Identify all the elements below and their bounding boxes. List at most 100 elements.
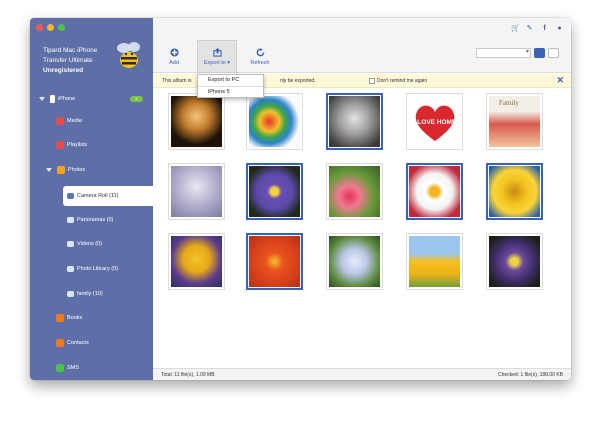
- photo-thumbnail[interactable]: [406, 163, 463, 220]
- sms-icon: [56, 364, 64, 372]
- sidebar-item-media[interactable]: Media: [56, 111, 82, 131]
- heart-image: I LOVE HOME: [413, 105, 456, 141]
- photo-thumbnail[interactable]: [326, 163, 383, 220]
- photo-thumbnail[interactable]: [168, 163, 225, 220]
- sidebar-device-iphone[interactable]: iPhone 5: [39, 89, 153, 109]
- export-label: Export to: [203, 59, 226, 66]
- sidebar-item-label: Contacts: [67, 340, 89, 346]
- tulips-photo: [409, 236, 460, 287]
- sidebar-item-label: SMS: [67, 365, 79, 371]
- close-window-button[interactable]: [36, 24, 43, 31]
- main-panel: 🛒 ✎ f ● Add Export to ▾ Refresh ▾ This a…: [153, 18, 571, 380]
- expand-triangle-icon[interactable]: [39, 97, 45, 101]
- photos-icon: [57, 166, 65, 174]
- photo-thumbnail[interactable]: [326, 233, 383, 290]
- registration-status: Unregistered: [43, 67, 84, 74]
- silhouette-photo: [171, 96, 222, 147]
- photo-thumbnail[interactable]: [486, 163, 543, 220]
- dont-remind-label: Don't remind me again: [377, 77, 428, 84]
- i-love-home-photo: I LOVE HOME: [409, 96, 460, 147]
- playlist-icon: [56, 141, 64, 149]
- thumbnail-view-button[interactable]: [548, 48, 559, 58]
- add-label: Add: [169, 59, 179, 66]
- photo-thumbnail[interactable]: Family: [486, 93, 543, 150]
- sidebar-item-label: Playlists: [67, 142, 88, 148]
- photo-thumbnail[interactable]: [168, 93, 225, 150]
- sidebar-item-label: Photo Library (0): [77, 266, 118, 272]
- family-photo: [329, 96, 380, 147]
- sidebar-item-label: Books: [67, 315, 83, 321]
- bee-logo-icon: [117, 42, 140, 68]
- menu-item-export-to-pc[interactable]: Export to PC: [198, 75, 263, 86]
- blossom-tree-photo: [171, 166, 222, 217]
- facebook-icon[interactable]: f: [541, 25, 548, 32]
- sidebar-item-photos[interactable]: Photos: [46, 160, 85, 180]
- yellow-flower-photo: [489, 166, 540, 217]
- cart-icon[interactable]: 🛒: [511, 25, 520, 32]
- video-icon: [67, 241, 74, 247]
- photo-thumbnail[interactable]: [246, 163, 303, 220]
- expand-triangle-icon[interactable]: [46, 168, 52, 172]
- close-icon[interactable]: ✕: [556, 75, 564, 86]
- heart-caption: I LOVE HOME: [413, 119, 456, 126]
- daisy-photo: [409, 166, 460, 217]
- sidebar-item-contacts[interactable]: Contacts: [56, 333, 89, 353]
- sidebar-item-camera-roll[interactable]: Camera Roll (11): [63, 186, 153, 206]
- sidebar-item-books[interactable]: Books: [56, 308, 82, 328]
- app-brand: Tipard Mac iPhone Transfer Ultimate Unre…: [43, 46, 97, 76]
- red-flowers-photo: [329, 166, 380, 217]
- photo-thumbnail[interactable]: [168, 233, 225, 290]
- menu-item-iphone-5[interactable]: iPhone 5: [198, 86, 263, 97]
- books-icon: [56, 314, 64, 322]
- purple-flower-2-photo: [489, 236, 540, 287]
- export-icon: [212, 47, 222, 57]
- view-controls: [476, 48, 559, 58]
- chevron-down-icon: ▾: [227, 59, 231, 66]
- contacts-icon: [56, 339, 64, 347]
- photo-thumbnail[interactable]: [486, 233, 543, 290]
- filter-dropdown[interactable]: [476, 48, 531, 58]
- refresh-button[interactable]: Refresh: [243, 40, 277, 73]
- chat-icon[interactable]: ●: [556, 25, 563, 32]
- photo-thumbnail[interactable]: [246, 233, 303, 290]
- refresh-icon: [256, 47, 264, 56]
- sidebar-item-label: Panoramas (0): [77, 217, 114, 223]
- grid-view-button[interactable]: [534, 48, 545, 58]
- yellow-iris-photo: [171, 236, 222, 287]
- hydrangea-photo: [329, 236, 380, 287]
- add-button[interactable]: Add: [159, 40, 189, 73]
- sidebar: Tipard Mac iPhone Transfer Ultimate Unre…: [30, 18, 153, 380]
- device-badge: 5: [130, 96, 143, 102]
- export-menu: Export to PC iPhone 5: [197, 74, 264, 98]
- sidebar-item-photo-library[interactable]: Photo Library (0): [67, 259, 118, 279]
- sidebar-item-videos[interactable]: Videos (0): [67, 234, 102, 254]
- photo-library-icon: [67, 266, 74, 272]
- photo-thumbnail[interactable]: [246, 93, 303, 150]
- app-window: Tipard Mac iPhone Transfer Ultimate Unre…: [30, 18, 571, 380]
- sidebar-item-family[interactable]: family (10): [67, 284, 103, 304]
- notice-text-suffix: nly be exported.: [280, 77, 316, 84]
- device-label: iPhone: [58, 96, 76, 102]
- photo-thumbnail[interactable]: [406, 233, 463, 290]
- album-icon: [67, 291, 74, 297]
- export-to-button[interactable]: Export to ▾: [197, 40, 237, 73]
- sidebar-item-sms[interactable]: SMS: [56, 358, 79, 378]
- window-controls: [36, 24, 65, 31]
- top-icons: 🛒 ✎ f ●: [511, 25, 563, 32]
- wrench-icon[interactable]: ✎: [526, 25, 533, 32]
- minimize-window-button[interactable]: [47, 24, 54, 31]
- zoom-window-button[interactable]: [58, 24, 65, 31]
- purple-flower-photo: [249, 166, 300, 217]
- sidebar-item-label: Camera Roll (11): [77, 193, 119, 199]
- notice-text-prefix: This album is: [162, 77, 192, 84]
- status-bar: Total: 11 file(s), 1.09 MB Checked: 1 fi…: [153, 368, 571, 380]
- orange-flower-photo: [249, 236, 300, 287]
- dont-remind-checkbox[interactable]: [369, 77, 375, 84]
- status-checked: Checked: 1 file(s), 188.00 KB: [497, 372, 563, 378]
- photo-thumbnail[interactable]: [326, 93, 383, 150]
- sidebar-item-panoramas[interactable]: Panoramas (0): [67, 210, 113, 230]
- family-caption: Family: [499, 99, 519, 107]
- sidebar-item-playlists[interactable]: Playlists: [56, 135, 87, 155]
- sidebar-item-label: Photos: [68, 167, 86, 173]
- photo-thumbnail[interactable]: I LOVE HOME: [406, 93, 463, 150]
